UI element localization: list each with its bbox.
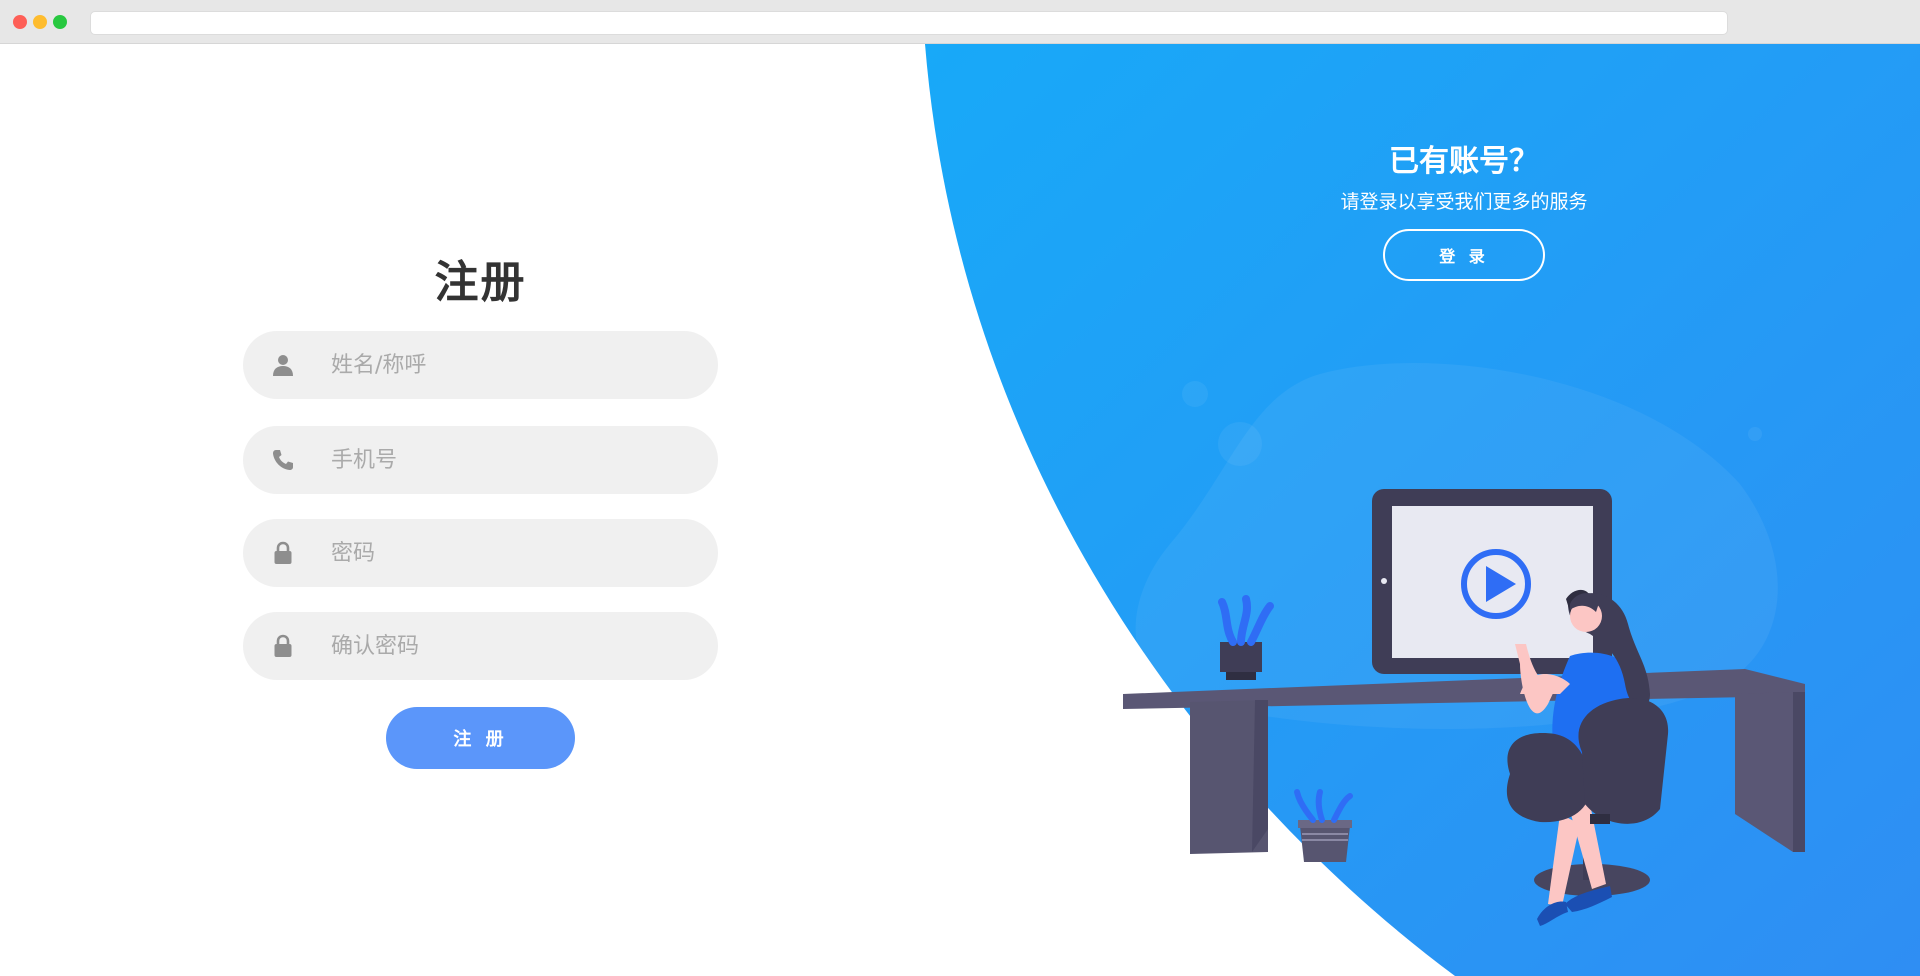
phone-field[interactable] — [243, 426, 718, 494]
window-titlebar — [0, 0, 1920, 44]
minimize-window-button[interactable] — [33, 15, 47, 29]
panel-subtitle: 请登录以享受我们更多的服务 — [1340, 191, 1588, 213]
panel-title: 已有账号？ — [1389, 144, 1539, 179]
form-title: 注册 — [434, 257, 527, 308]
close-window-button[interactable] — [13, 15, 27, 29]
register-button[interactable]: 注 册 — [386, 707, 575, 769]
confirm-password-field[interactable] — [243, 612, 718, 680]
lock-icon — [274, 541, 292, 564]
lock-icon — [274, 634, 292, 657]
browser-window: 注册 姓名/称呼 手机号 注 册 已有账号？ 请登录以享受我们更多的服务 登 录 — [0, 0, 1920, 976]
page-content: 注册 姓名/称呼 手机号 注 册 已有账号？ 请登录以享受我们更多的服务 登 录 — [0, 44, 1920, 976]
phone-icon — [273, 450, 293, 470]
desk-illustration — [1123, 489, 1805, 926]
confirm-password-input[interactable] — [331, 626, 691, 666]
user-icon — [273, 355, 293, 376]
password-input[interactable] — [331, 533, 691, 573]
name-field[interactable] — [243, 331, 718, 399]
name-input[interactable] — [331, 345, 691, 385]
address-bar[interactable] — [90, 11, 1728, 35]
login-button[interactable]: 登 录 — [1383, 229, 1545, 281]
phone-input[interactable] — [331, 440, 691, 480]
maximize-window-button[interactable] — [53, 15, 67, 29]
password-field[interactable] — [243, 519, 718, 587]
